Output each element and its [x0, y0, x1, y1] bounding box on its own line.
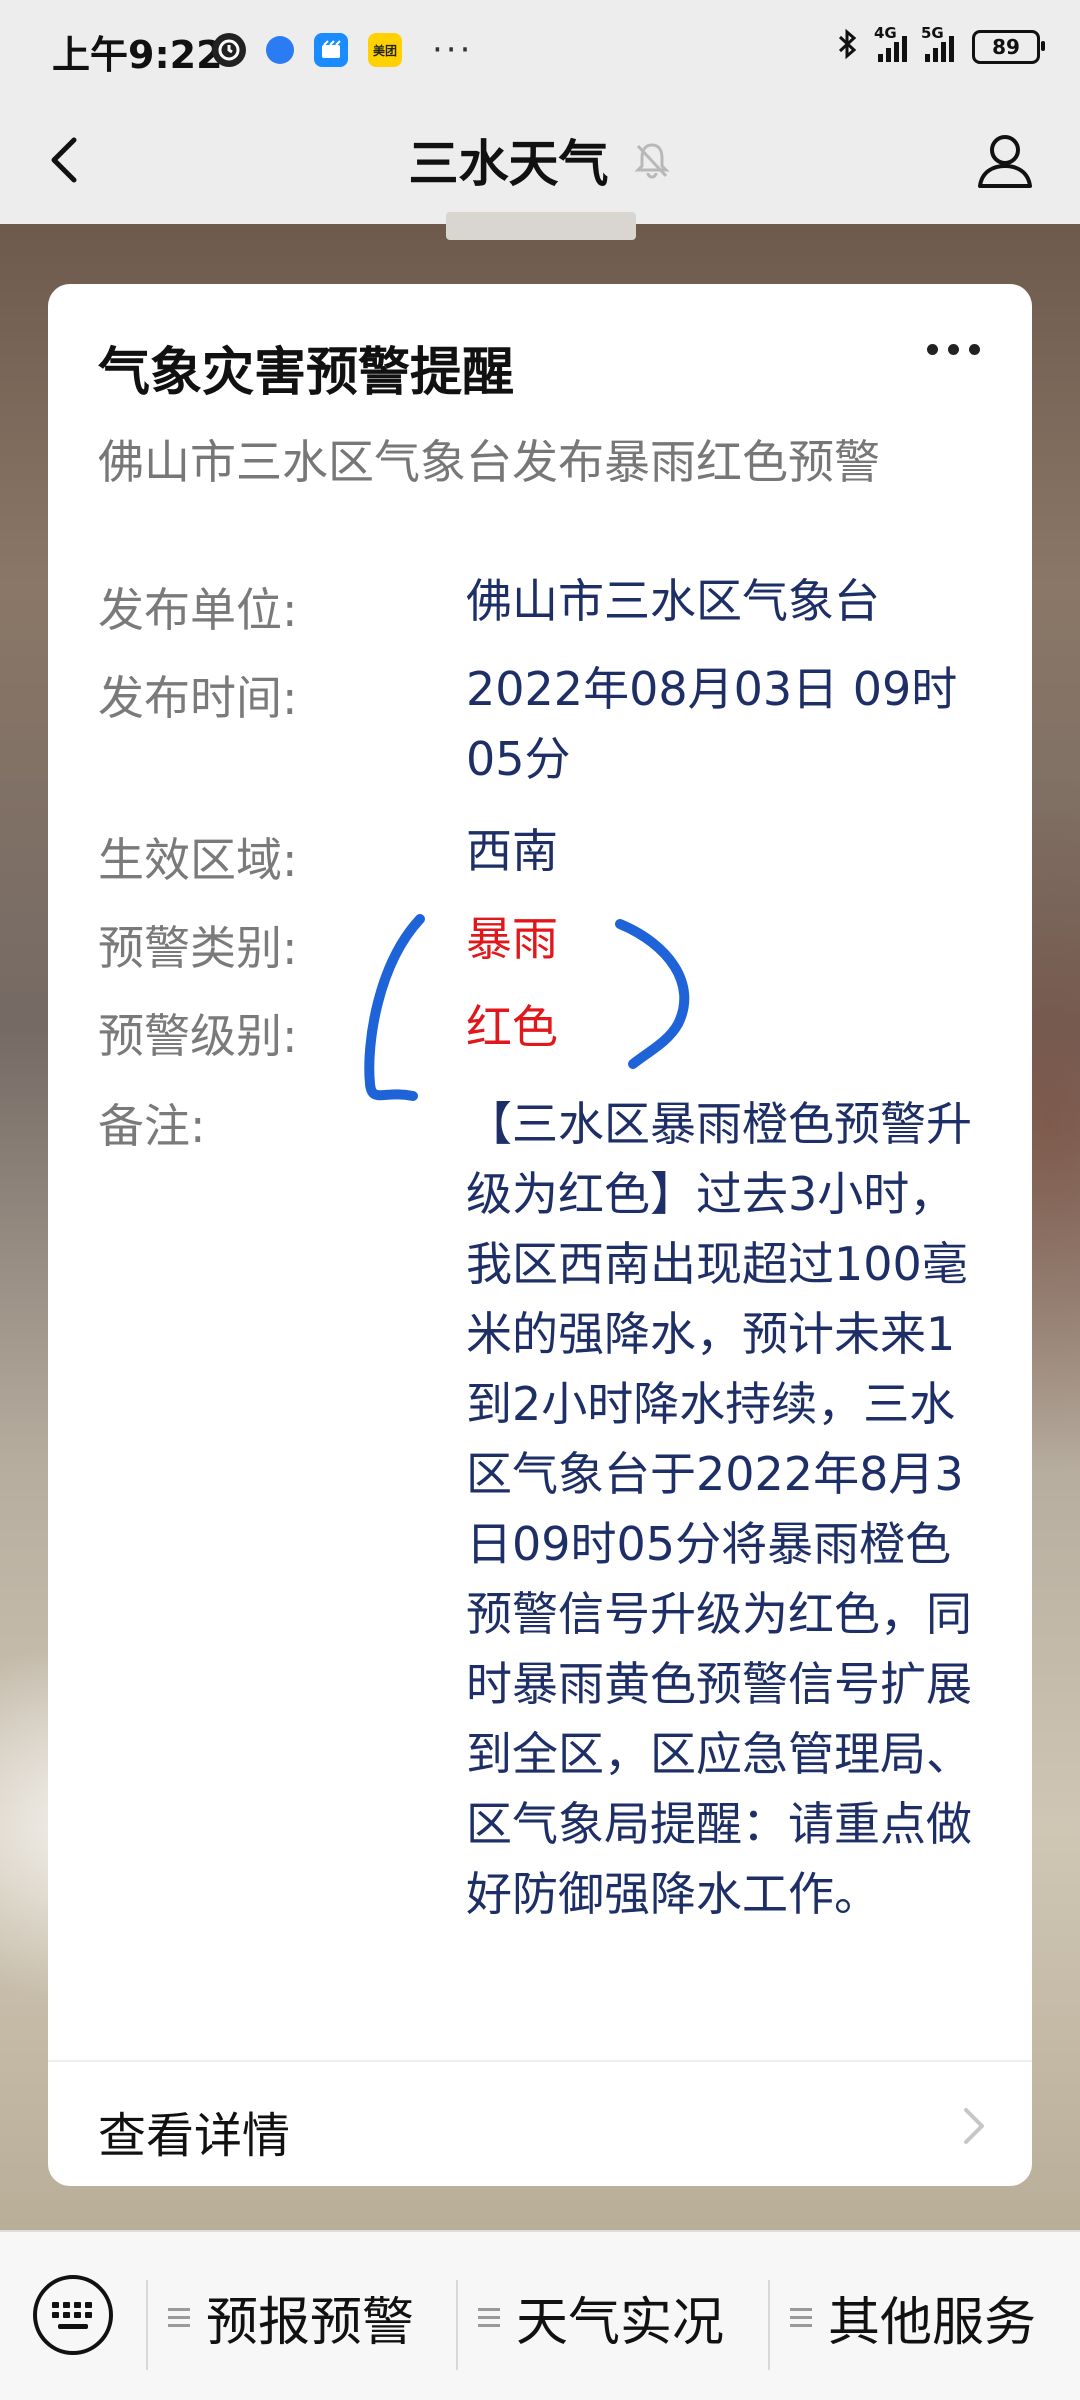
menu-forecast-warning-label: 预报预警	[206, 2292, 415, 2353]
status-notification-icons: 美团 ···	[212, 30, 473, 70]
remark-value: 【三水区暴雨橙色预警升级为红色】过去3小时，我区西南出现超过100毫米的强降水，…	[466, 1097, 972, 1921]
profile-button[interactable]	[970, 126, 1040, 196]
user-icon	[978, 135, 1032, 188]
menu-other-services[interactable]: 其他服务	[790, 2232, 1036, 2400]
issuer-label: 发布单位:	[98, 583, 298, 637]
menu-lines-icon	[790, 2307, 812, 2327]
menu-other-services-label: 其他服务	[828, 2292, 1037, 2353]
keyboard-icon	[33, 2275, 113, 2355]
chevron-right-icon	[964, 2108, 984, 2144]
warning-level-label: 预警级别:	[98, 1009, 298, 1063]
page-title: 三水天气	[408, 135, 609, 193]
keyboard-toggle-button[interactable]	[30, 2272, 116, 2358]
status-bar: 上午9:22 美团 ··· 4G 5G 89	[0, 0, 1080, 100]
battery-icon: 89	[972, 29, 1045, 64]
area-value: 西南	[466, 824, 558, 878]
warning-level-value: 红色	[466, 1000, 558, 1054]
nav-bar: 三水天气	[0, 100, 1080, 224]
issue-time-value: 2022年08月03日 09时05分	[466, 662, 958, 786]
bluetooth-icon	[836, 28, 860, 65]
warning-message-card[interactable]: 气象灾害预警提醒 佛山市三水区气象台发布暴雨红色预警 发布单位: 佛山市三水区气…	[48, 284, 1032, 2186]
video-app-icon	[314, 33, 348, 67]
more-notifications-icon: ···	[432, 30, 474, 70]
menu-weather-now[interactable]: 天气实况	[478, 2232, 724, 2400]
status-system-icons: 4G 5G 89	[836, 24, 1045, 65]
view-details-label: 查看详情	[98, 2108, 291, 2164]
alarm-clock-icon	[212, 33, 246, 67]
more-options-button[interactable]	[927, 344, 980, 355]
card-title: 气象灾害预警提醒	[98, 343, 515, 403]
area-label: 生效区域:	[98, 833, 298, 887]
status-time: 上午9:22	[52, 33, 223, 77]
nav-title-wrap: 三水天气	[0, 124, 1080, 196]
menu-lines-icon	[478, 2307, 500, 2327]
bottom-menu: 预报预警 天气实况 其他服务	[0, 2230, 1080, 2400]
menu-separator	[146, 2280, 148, 2370]
menu-lines-icon	[168, 2307, 190, 2327]
warning-type-label: 预警类别:	[98, 921, 298, 975]
muted-bell-icon	[632, 140, 672, 180]
signal-4g-icon: 4G	[874, 24, 907, 62]
menu-separator	[768, 2280, 770, 2370]
view-details-link[interactable]: 查看详情	[48, 2062, 1032, 2186]
warning-type-value: 暴雨	[466, 912, 558, 966]
issuer-value: 佛山市三水区气象台	[466, 574, 880, 628]
remark-label: 备注:	[98, 1099, 206, 1153]
issue-time-label: 发布时间:	[98, 671, 298, 725]
signal-5g-icon: 5G	[921, 24, 954, 62]
meituan-app-icon: 美团	[368, 33, 402, 67]
browser-app-icon	[266, 36, 294, 64]
message-time-label	[446, 212, 636, 240]
menu-weather-now-label: 天气实况	[516, 2292, 725, 2353]
card-subtitle: 佛山市三水区气象台发布暴雨红色预警	[98, 435, 880, 489]
menu-separator	[456, 2280, 458, 2370]
menu-forecast-warning[interactable]: 预报预警	[168, 2232, 414, 2400]
